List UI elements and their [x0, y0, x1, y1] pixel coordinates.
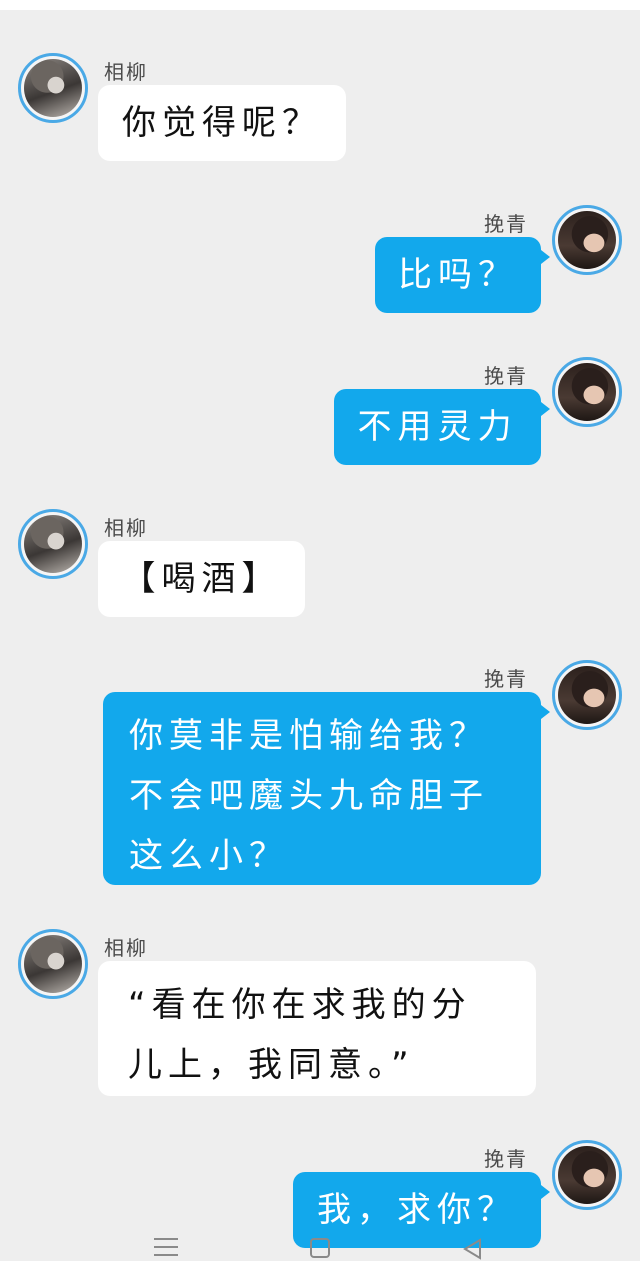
message-text-line: 这么小？	[129, 836, 289, 876]
avatar-wanqing[interactable]	[552, 357, 622, 427]
sender-name: 挽青	[484, 212, 528, 236]
sender-name: 相柳	[104, 60, 148, 84]
message-bubble[interactable]: 不用灵力	[334, 389, 541, 465]
system-navigation-bar	[0, 1232, 640, 1261]
avatar-xiangliu[interactable]	[18, 929, 88, 999]
sender-name: 挽青	[484, 667, 528, 691]
sender-name: 相柳	[104, 516, 148, 540]
sender-name: 挽青	[484, 1147, 528, 1171]
avatar-image	[558, 666, 616, 724]
message-bubble[interactable]: 【喝酒】	[98, 541, 305, 617]
message-text-line: “看在你在求我的分	[128, 985, 472, 1025]
message-text: 不用灵力	[357, 407, 518, 447]
message-text-line: 你莫非是怕输给我？	[129, 716, 489, 756]
avatar-image	[558, 363, 616, 421]
home-icon[interactable]	[310, 1238, 330, 1258]
sender-name: 挽青	[484, 364, 528, 388]
bubble-tail	[541, 705, 550, 719]
message-text: 我，求你？	[317, 1190, 517, 1230]
message-text: 比吗？	[398, 255, 518, 295]
avatar-image	[24, 59, 82, 117]
message-text-line: 儿上，我同意。”	[128, 1045, 415, 1085]
avatar-wanqing[interactable]	[552, 660, 622, 730]
message-text: 你觉得呢？	[122, 103, 322, 143]
message-bubble[interactable]: 你觉得呢？	[98, 85, 346, 161]
menu-icon[interactable]	[154, 1238, 178, 1258]
bubble-tail	[541, 402, 550, 416]
avatar-xiangliu[interactable]	[18, 509, 88, 579]
avatar-image	[24, 515, 82, 573]
avatar-image	[24, 935, 82, 993]
message-text-line: 不会吧魔头九命胆子	[129, 776, 489, 816]
message-bubble[interactable]: “看在你在求我的分 儿上，我同意。”	[98, 961, 536, 1096]
message-text: 【喝酒】	[121, 559, 282, 599]
bubble-tail	[541, 250, 550, 264]
message-bubble[interactable]: 你莫非是怕输给我？ 不会吧魔头九命胆子 这么小？	[103, 692, 541, 885]
status-bar-strip	[0, 0, 640, 10]
avatar-wanqing[interactable]	[552, 205, 622, 275]
avatar-image	[558, 1146, 616, 1204]
bubble-tail	[541, 1185, 550, 1199]
avatar-wanqing[interactable]	[552, 1140, 622, 1210]
message-bubble[interactable]: 比吗？	[375, 237, 541, 313]
avatar-xiangliu[interactable]	[18, 53, 88, 123]
sender-name: 相柳	[104, 936, 148, 960]
avatar-image	[558, 211, 616, 269]
back-icon[interactable]	[462, 1238, 484, 1260]
